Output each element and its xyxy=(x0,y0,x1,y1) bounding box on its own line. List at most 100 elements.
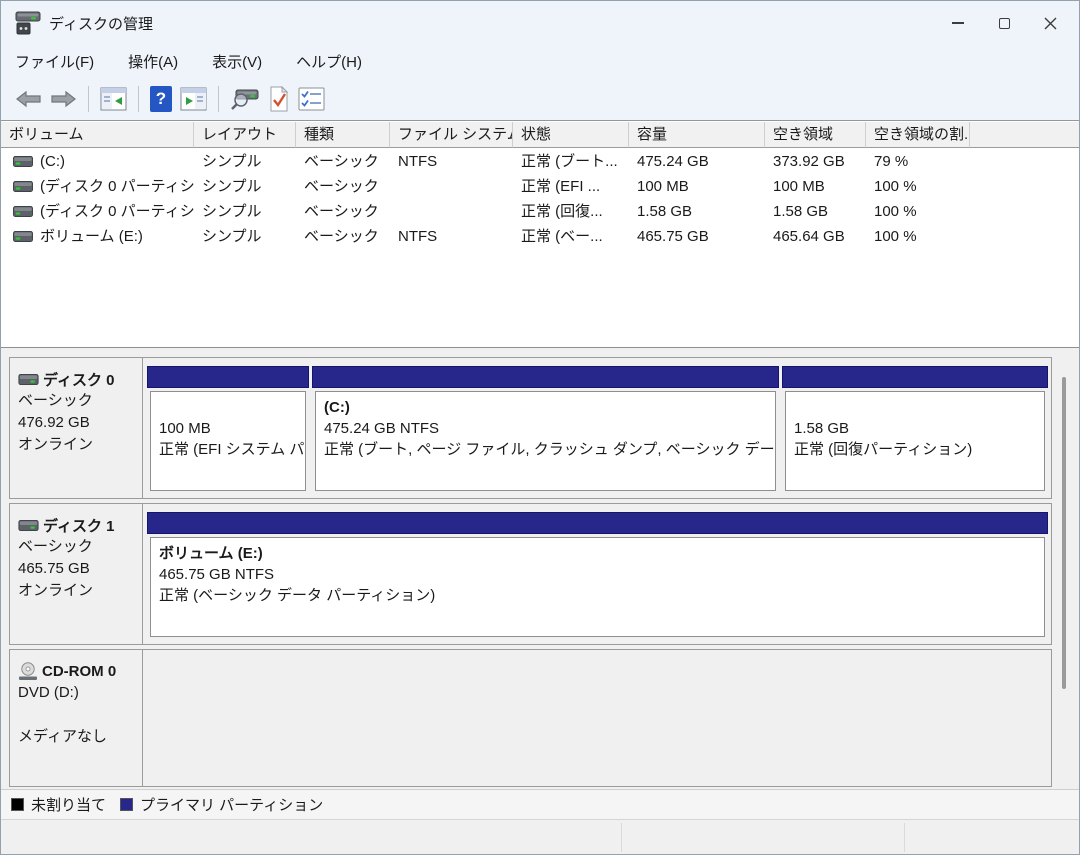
close-icon xyxy=(1044,17,1057,30)
column-header-free-percent[interactable]: 空き領域の割... xyxy=(866,122,970,148)
volume-name: ボリューム (E:) xyxy=(40,224,143,249)
column-header-layout[interactable]: レイアウト xyxy=(194,122,296,148)
checklist-button[interactable] xyxy=(298,87,325,111)
toolbar-separator xyxy=(88,86,89,112)
column-header-free-space[interactable]: 空き領域 xyxy=(765,122,866,148)
partition-efi[interactable]: 100 MB 正常 (EFI システム パーティション) xyxy=(147,366,309,491)
partition-name: ボリューム (E:) xyxy=(159,543,1044,564)
column-header-status[interactable]: 状態 xyxy=(513,122,629,148)
cell-type: ベーシック xyxy=(296,174,390,199)
disk0-label[interactable]: ディスク 0 ベーシック 476.92 GB オンライン xyxy=(10,358,143,498)
menu-action[interactable]: 操作(A) xyxy=(128,51,178,72)
volume-row-e[interactable]: ボリューム (E:) シンプル ベーシック NTFS 正常 (ベー... 465… xyxy=(1,224,1079,249)
scrollbar-thumb[interactable] xyxy=(1062,377,1066,689)
cell-capacity: 465.75 GB xyxy=(629,224,765,249)
partition-recovery[interactable]: 1.58 GB 正常 (回復パーティション) xyxy=(782,366,1048,491)
disk-status: オンライン xyxy=(18,434,136,456)
drive-icon xyxy=(13,231,33,242)
disk-name: ディスク 1 xyxy=(43,515,114,536)
cell-type: ベーシック xyxy=(296,199,390,224)
maximize-button[interactable] xyxy=(981,1,1027,45)
status-bar-separator xyxy=(904,823,905,852)
cell-status: 正常 (ブート... xyxy=(513,149,629,174)
menu-file[interactable]: ファイル(F) xyxy=(15,51,94,72)
partition-color-band xyxy=(147,366,309,388)
partition-name xyxy=(159,397,305,418)
partition-name: (C:) xyxy=(324,397,775,418)
console-tree-icon xyxy=(100,87,127,111)
partition-color-band xyxy=(782,366,1048,388)
legend-primary-partition: プライマリ パーティション xyxy=(120,794,323,815)
volume-row-recovery[interactable]: (ディスク 0 パーティシ... シンプル ベーシック 正常 (回復... 1.… xyxy=(1,199,1079,224)
forward-button[interactable] xyxy=(50,89,77,109)
cell-percent: 100 % xyxy=(866,199,970,224)
cell-percent: 100 % xyxy=(866,174,970,199)
disk-icon xyxy=(18,520,39,531)
partition-status: 正常 (回復パーティション) xyxy=(794,439,1044,460)
volume-list-pane: ボリューム レイアウト 種類 ファイル システム 状態 容量 空き領域 空き領域… xyxy=(1,122,1079,347)
cell-filesystem xyxy=(390,199,513,224)
help-icon: ? xyxy=(150,86,172,112)
volume-name: (ディスク 0 パーティシ... xyxy=(40,199,194,224)
disk-type: ベーシック xyxy=(18,536,136,558)
close-button[interactable] xyxy=(1027,1,1073,45)
cell-free: 1.58 GB xyxy=(765,199,866,224)
volume-name: (ディスク 0 パーティシ... xyxy=(40,174,194,199)
cell-capacity: 1.58 GB xyxy=(629,199,765,224)
show-action-pane-button[interactable] xyxy=(180,87,207,111)
cell-status: 正常 (回復... xyxy=(513,199,629,224)
partition-color-band xyxy=(147,512,1048,534)
partition-status: 正常 (EFI システム パーティション) xyxy=(159,439,305,460)
legend-label: プライマリ パーティション xyxy=(140,794,323,815)
rescan-disks-icon xyxy=(230,87,260,111)
cell-capacity: 475.24 GB xyxy=(629,149,765,174)
cell-percent: 100 % xyxy=(866,224,970,249)
disk-size: 476.92 GB xyxy=(18,412,136,434)
show-console-tree-button[interactable] xyxy=(100,87,127,111)
partition-status: 正常 (ベーシック データ パーティション) xyxy=(159,585,1044,606)
status-bar-separator xyxy=(621,823,622,852)
toolbar: ? xyxy=(1,78,1079,121)
title-bar: ディスクの管理 xyxy=(1,1,1079,45)
column-header-volume[interactable]: ボリューム xyxy=(1,122,194,148)
cell-filesystem xyxy=(390,174,513,199)
disk0-row: ディスク 0 ベーシック 476.92 GB オンライン 100 MB 正常 (… xyxy=(9,357,1052,499)
cell-type: ベーシック xyxy=(296,149,390,174)
graphical-view-pane: ディスク 0 ベーシック 476.92 GB オンライン 100 MB 正常 (… xyxy=(1,348,1079,789)
disk1-label[interactable]: ディスク 1 ベーシック 465.75 GB オンライン xyxy=(10,504,143,644)
disk-management-app-icon xyxy=(15,11,41,35)
cell-layout: シンプル xyxy=(194,199,296,224)
rescan-disks-button[interactable] xyxy=(230,87,260,111)
partition-e[interactable]: ボリューム (E:) 465.75 GB NTFS 正常 (ベーシック データ … xyxy=(147,512,1048,637)
check-document-button[interactable] xyxy=(268,86,290,112)
cell-filesystem: NTFS xyxy=(390,224,513,249)
drive-icon xyxy=(13,206,33,217)
cell-status: 正常 (EFI ... xyxy=(513,174,629,199)
disk-icon xyxy=(18,374,39,385)
column-header-empty[interactable] xyxy=(970,122,1080,148)
drive-icon xyxy=(13,156,33,167)
status-bar xyxy=(1,819,1079,855)
cell-free: 100 MB xyxy=(765,174,866,199)
volume-row-efi[interactable]: (ディスク 0 パーティシ... シンプル ベーシック 正常 (EFI ... … xyxy=(1,174,1079,199)
volume-row-c[interactable]: (C:) シンプル ベーシック NTFS 正常 (ブート... 475.24 G… xyxy=(1,149,1079,174)
help-button[interactable]: ? xyxy=(150,86,172,112)
back-button[interactable] xyxy=(15,89,42,109)
toolbar-separator xyxy=(138,86,139,112)
window-title: ディスクの管理 xyxy=(49,13,153,34)
column-header-type[interactable]: 種類 xyxy=(296,122,390,148)
partition-name xyxy=(794,397,1044,418)
menu-view[interactable]: 表示(V) xyxy=(212,51,262,72)
drive-icon xyxy=(13,181,33,192)
cdrom-label[interactable]: CD-ROM 0 DVD (D:) メディアなし xyxy=(10,650,143,786)
vertical-scrollbar[interactable] xyxy=(1057,357,1071,787)
column-header-capacity[interactable]: 容量 xyxy=(629,122,765,148)
column-header-filesystem[interactable]: ファイル システム xyxy=(390,122,513,148)
partition-size: 475.24 GB NTFS xyxy=(324,418,775,439)
menu-help[interactable]: ヘルプ(H) xyxy=(296,51,362,72)
forward-icon xyxy=(50,89,77,109)
legend-unallocated: 未割り当て xyxy=(11,794,106,815)
partition-c[interactable]: (C:) 475.24 GB NTFS 正常 (ブート, ページ ファイル, ク… xyxy=(312,366,779,491)
minimize-button[interactable] xyxy=(935,1,981,45)
toolbar-separator xyxy=(218,86,219,112)
